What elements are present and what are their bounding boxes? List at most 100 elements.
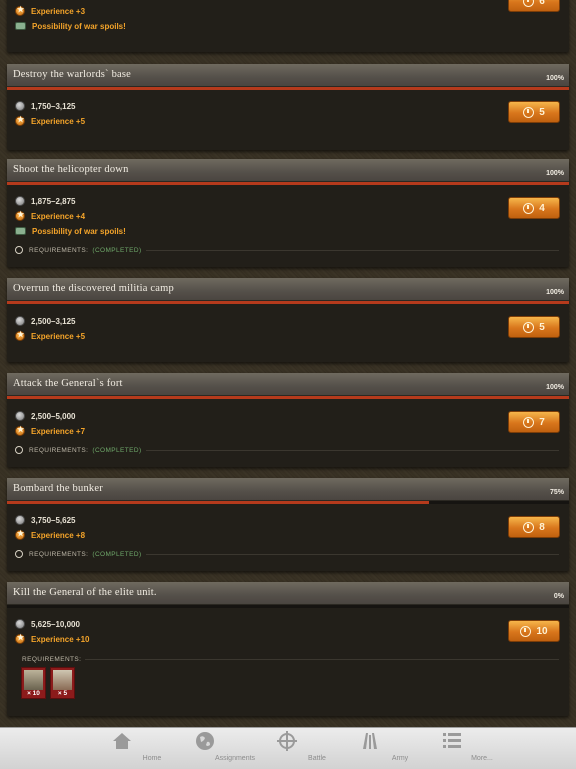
mission-progress-bar bbox=[7, 87, 569, 90]
money-range: 2,500–3,125 bbox=[31, 316, 76, 326]
start-mission-button[interactable]: 5 bbox=[508, 316, 560, 338]
tab-assignments[interactable]: Assignments bbox=[175, 728, 255, 769]
money-reward: 1,750–3,125 bbox=[15, 99, 76, 113]
mission-card: Overrun the discovered militia camp 100%… bbox=[7, 278, 569, 362]
mission-percent: 100% bbox=[546, 75, 564, 82]
experience-reward: Experience +4 bbox=[15, 209, 85, 223]
home-icon bbox=[113, 733, 131, 749]
energy-icon bbox=[523, 106, 535, 118]
crosshair-icon bbox=[277, 731, 297, 751]
star-icon bbox=[15, 115, 25, 126]
experience-label: Experience +5 bbox=[31, 116, 86, 126]
energy-cost: 7 bbox=[539, 416, 545, 428]
requirements-label: REQUIREMENTS: bbox=[29, 446, 89, 454]
divider bbox=[145, 449, 559, 451]
money-range: 3,750–5,625 bbox=[31, 515, 76, 525]
money-range: 5,625–10,000 bbox=[31, 619, 80, 629]
mission-title: Bombard the bunker bbox=[13, 483, 103, 494]
tab-label: Assignments bbox=[214, 755, 256, 762]
tab-more[interactable]: More... bbox=[422, 728, 493, 769]
star-icon bbox=[15, 425, 25, 436]
money-reward: 1,875–2,875 bbox=[15, 194, 76, 208]
progress-fill bbox=[7, 182, 569, 185]
energy-icon bbox=[523, 0, 535, 7]
start-mission-button[interactable]: 5 bbox=[508, 101, 560, 123]
mission-progress-bar bbox=[7, 605, 569, 608]
experience-label: Experience +7 bbox=[31, 426, 86, 436]
mission-title: Attack the General`s fort bbox=[13, 378, 123, 389]
experience-reward: Experience +5 bbox=[15, 329, 85, 343]
mission-card: Attack the General`s fort 100% 2,500–5,0… bbox=[7, 373, 569, 467]
army-icon bbox=[363, 733, 377, 749]
money-reward: 5,625–10,000 bbox=[15, 617, 80, 631]
requirements-icon bbox=[15, 446, 23, 454]
energy-icon bbox=[523, 202, 535, 214]
experience-reward: Experience +8 bbox=[15, 528, 85, 542]
start-mission-button[interactable]: 8 bbox=[508, 516, 560, 538]
requirements-row: REQUIREMENTS: bbox=[22, 653, 559, 665]
energy-icon bbox=[523, 521, 535, 533]
coin-icon bbox=[15, 101, 25, 111]
progress-fill bbox=[7, 501, 429, 504]
unit-count: × 10 bbox=[27, 690, 40, 697]
mission-progress-bar bbox=[7, 396, 569, 399]
tab-home[interactable]: Home bbox=[92, 728, 161, 769]
progress-fill bbox=[7, 396, 569, 399]
tab-battle[interactable]: Battle bbox=[257, 728, 326, 769]
mission-header: Destroy the warlords` base 100% bbox=[7, 64, 569, 87]
requirements-row: REQUIREMENTS: (COMPLETED) bbox=[15, 548, 559, 560]
tab-label: Battle bbox=[308, 755, 326, 762]
mission-title: Kill the General of the elite unit. bbox=[13, 587, 157, 598]
tab-bar: Home Assignments Battle Army More... bbox=[0, 727, 576, 769]
divider bbox=[145, 249, 559, 251]
energy-cost: 6 bbox=[539, 0, 545, 7]
experience-label: Experience +3 bbox=[31, 6, 86, 16]
vehicle-unit-icon[interactable]: × 5 bbox=[50, 667, 75, 699]
experience-reward: Experience +5 bbox=[15, 114, 85, 128]
tab-army[interactable]: Army bbox=[340, 728, 408, 769]
unit-image bbox=[24, 670, 43, 690]
mission-percent: 100% bbox=[546, 170, 564, 177]
start-mission-button[interactable]: 4 bbox=[508, 197, 560, 219]
energy-icon bbox=[520, 625, 532, 637]
war-spoils-icon bbox=[15, 227, 26, 235]
spoils-reward: Possibility of war spoils! bbox=[15, 19, 126, 33]
star-icon bbox=[15, 330, 25, 341]
unit-count: × 5 bbox=[57, 690, 68, 697]
start-mission-button[interactable]: 7 bbox=[508, 411, 560, 433]
experience-label: Experience +8 bbox=[31, 530, 86, 540]
mission-percent: 75% bbox=[549, 489, 564, 496]
tab-label: More... bbox=[471, 755, 493, 762]
star-icon bbox=[15, 633, 25, 644]
mission-progress-bar bbox=[7, 301, 569, 304]
mission-title: Shoot the helicopter down bbox=[13, 164, 129, 175]
energy-cost: 4 bbox=[539, 202, 545, 214]
mission-header: Overrun the discovered militia camp 100% bbox=[7, 278, 569, 301]
mission-header: Attack the General`s fort 100% bbox=[7, 373, 569, 396]
experience-label: Experience +4 bbox=[31, 211, 86, 221]
money-range: 2,500–5,000 bbox=[31, 411, 76, 421]
energy-icon bbox=[523, 416, 535, 428]
coin-icon bbox=[15, 619, 25, 629]
mission-title: Overrun the discovered militia camp bbox=[13, 283, 174, 294]
money-range: 1,875–2,875 bbox=[31, 196, 76, 206]
requirements-icon bbox=[15, 246, 23, 254]
soldiers-unit-icon[interactable]: × 10 bbox=[21, 667, 46, 699]
mission-percent: 100% bbox=[546, 289, 564, 296]
divider bbox=[145, 553, 559, 555]
experience-label: Experience +10 bbox=[31, 634, 90, 644]
experience-label: Experience +5 bbox=[31, 331, 86, 341]
mission-progress-bar bbox=[7, 182, 569, 185]
start-mission-button[interactable]: 10 bbox=[508, 620, 560, 642]
requirements-label: REQUIREMENTS: bbox=[22, 655, 82, 663]
unit-image bbox=[53, 670, 72, 690]
requirements-icon bbox=[15, 550, 23, 558]
globe-icon bbox=[196, 732, 214, 750]
requirements-row: REQUIREMENTS: (COMPLETED) bbox=[15, 444, 559, 456]
mission-percent: 100% bbox=[546, 384, 564, 391]
mission-card: Shoot the helicopter down 100% 1,875–2,8… bbox=[7, 159, 569, 267]
start-mission-button[interactable]: 6 bbox=[508, 0, 560, 12]
divider bbox=[85, 658, 559, 660]
mission-progress-bar bbox=[7, 501, 569, 504]
mission-header: Shoot the helicopter down 100% bbox=[7, 159, 569, 182]
